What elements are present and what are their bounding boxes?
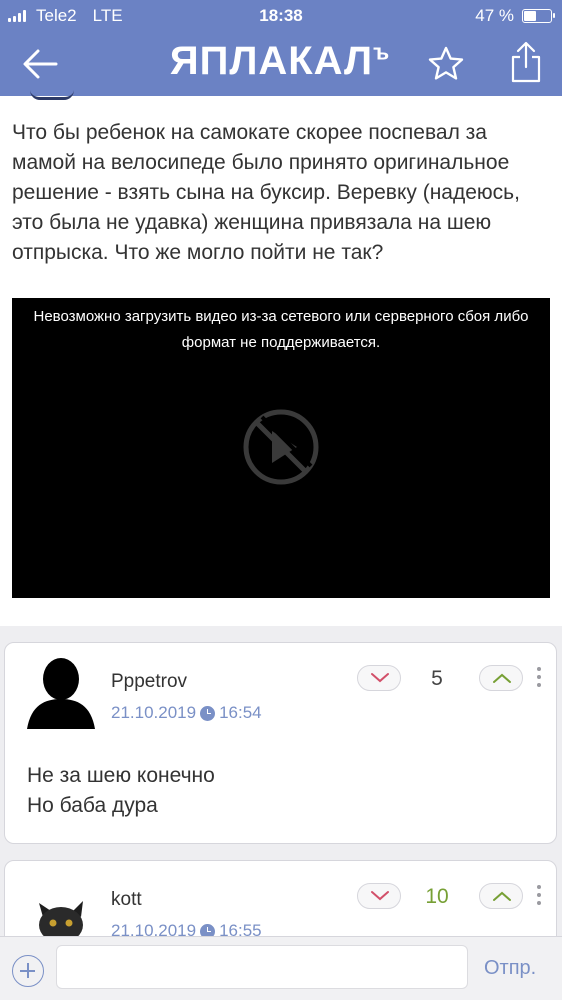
video-player[interactable]: Невозможно загрузить видео из-за сетевог… xyxy=(12,298,550,598)
play-disabled-icon xyxy=(243,409,319,485)
battery-percent: 47 % xyxy=(475,6,514,25)
comment-date: 21.10.2019 16:54 xyxy=(111,703,262,723)
share-button[interactable] xyxy=(506,40,546,84)
downvote-button[interactable] xyxy=(357,883,401,909)
share-icon xyxy=(511,41,541,83)
upvote-button[interactable] xyxy=(479,883,523,909)
chevron-up-icon xyxy=(493,891,511,901)
video-error-message: Невозможно загрузить видео из-за сетевог… xyxy=(33,308,529,351)
site-logo[interactable]: ЯПЛАКАЛъ xyxy=(150,39,410,84)
logo-suffix: ъ xyxy=(373,39,391,65)
post-text: Что бы ребенок на самокате скорее поспев… xyxy=(12,121,520,264)
reply-bar: Отпр. xyxy=(0,936,562,1000)
status-bar: Tele2 LTE 18:38 47 % xyxy=(0,0,562,34)
comment-score: 5 xyxy=(431,667,443,690)
comment-text-line: Не за шею конечно xyxy=(27,764,215,787)
more-menu-icon[interactable] xyxy=(535,885,543,911)
chevron-up-icon xyxy=(493,673,511,683)
nav-bar: ЯПЛАКАЛъ xyxy=(0,34,562,96)
comment-score: 10 xyxy=(425,885,449,908)
chevron-down-icon xyxy=(371,891,389,901)
back-button[interactable] xyxy=(20,46,60,82)
more-menu-icon[interactable] xyxy=(535,667,543,693)
comment-input[interactable] xyxy=(56,945,468,989)
star-icon xyxy=(428,46,464,80)
comment-author[interactable]: Pppetrov xyxy=(111,671,187,693)
comment-text: Не за шею конечно Но баба дура xyxy=(27,761,215,821)
battery-icon xyxy=(522,9,555,23)
logo-text: ЯПЛАКАЛ xyxy=(169,39,374,83)
comment: Pppetrov 21.10.2019 16:54 5 Не за шею ко… xyxy=(4,642,557,844)
send-button[interactable]: Отпр. xyxy=(484,957,536,980)
upvote-button[interactable] xyxy=(479,665,523,691)
clock-icon xyxy=(200,705,216,721)
comment-author[interactable]: kott xyxy=(111,889,142,911)
comment-time-value: 16:54 xyxy=(219,703,262,722)
chevron-down-icon xyxy=(371,673,389,683)
comment-text-line: Но баба дура xyxy=(27,794,158,817)
comment-date-value: 21.10.2019 xyxy=(111,703,197,722)
arrow-left-icon xyxy=(23,49,58,79)
app-header: Tele2 LTE 18:38 47 % ЯПЛАКАЛъ xyxy=(0,0,562,96)
post-author-avatar[interactable] xyxy=(30,90,74,100)
favorite-button[interactable] xyxy=(426,44,466,84)
default-avatar-icon[interactable] xyxy=(23,653,99,733)
post: Что бы ребенок на самокате скорее поспев… xyxy=(0,96,562,626)
attach-plus-icon[interactable] xyxy=(12,955,44,987)
downvote-button[interactable] xyxy=(357,665,401,691)
